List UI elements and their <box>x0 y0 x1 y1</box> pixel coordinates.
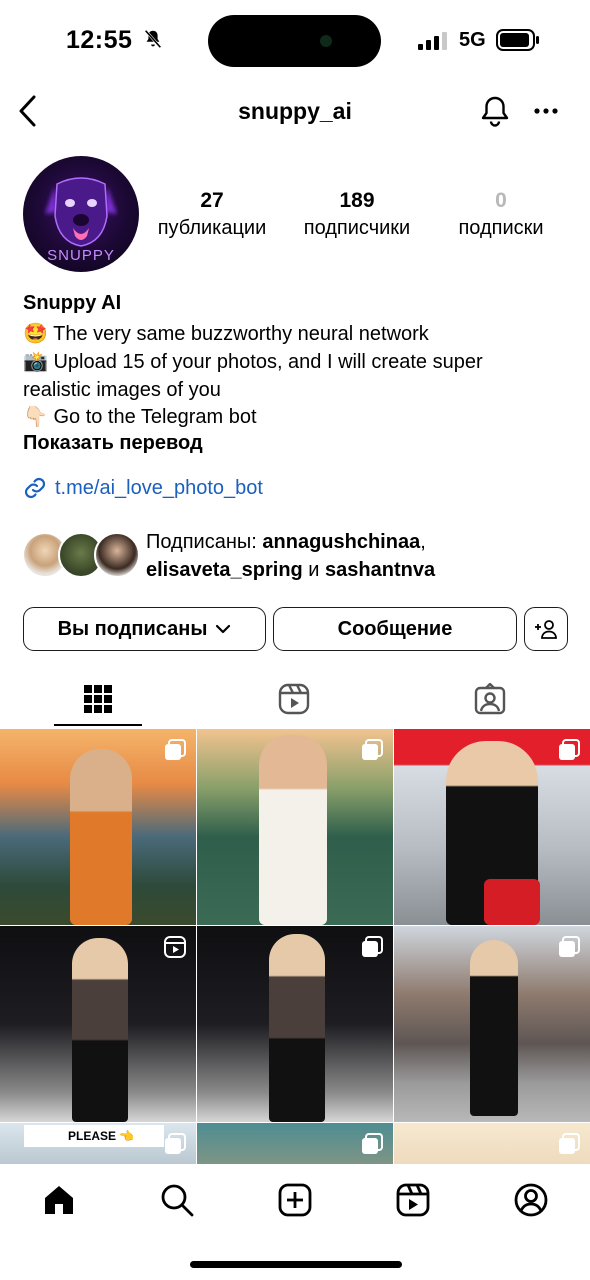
create-post-icon <box>278 1183 312 1217</box>
bio-line-3: realistic images of you <box>23 379 221 401</box>
grid-post[interactable] <box>0 926 196 1122</box>
battery-icon <box>496 29 539 51</box>
status-time: 12:55 <box>66 26 164 55</box>
stat-followers-label: подписчики <box>303 217 411 239</box>
nav-reels[interactable] <box>389 1176 437 1224</box>
stat-followers[interactable]: 189 подписчики <box>292 188 422 242</box>
active-tab-indicator <box>54 724 142 726</box>
profile-avatar[interactable]: SNUPPY <box>23 156 139 272</box>
tab-tagged[interactable] <box>392 672 588 726</box>
message-button[interactable]: Сообщение <box>273 607 517 651</box>
followed-by-user[interactable]: sashantnva <box>325 559 435 581</box>
show-translation-link[interactable]: Показать перевод <box>23 432 203 455</box>
post-overlay-text: PLEASE 👈 <box>24 1125 164 1147</box>
carousel-icon <box>559 1133 580 1154</box>
nav-search[interactable] <box>153 1176 201 1224</box>
grid-post[interactable] <box>197 926 393 1122</box>
signal-icon <box>418 32 447 50</box>
followed-by-text[interactable]: Подписаны: annagushchinaa, elisaveta_spr… <box>146 528 435 584</box>
carousel-icon <box>165 739 186 760</box>
bell-slash-icon <box>144 29 162 49</box>
dynamic-island <box>208 15 381 67</box>
grid-post[interactable] <box>394 729 590 925</box>
nav-home[interactable] <box>35 1176 83 1224</box>
reel-icon <box>164 936 186 958</box>
stat-following: 0 подписки <box>448 188 554 242</box>
home-indicator <box>190 1261 402 1268</box>
more-options-icon[interactable] <box>533 107 559 115</box>
stat-posts-label: публикации <box>157 217 267 239</box>
reels-icon <box>278 683 310 715</box>
stat-following-value: 0 <box>495 189 507 212</box>
stat-posts-value: 27 <box>200 189 224 212</box>
carousel-icon <box>559 739 580 760</box>
following-button[interactable]: Вы подписаны <box>23 607 266 651</box>
bio-line-1: 🤩 The very same buzzworthy neural networ… <box>23 323 429 345</box>
grid-post[interactable] <box>0 729 196 925</box>
nav-profile[interactable] <box>507 1176 555 1224</box>
followed-by-user[interactable]: annagushchinaa <box>262 531 420 553</box>
search-icon <box>161 1184 194 1217</box>
profile-icon <box>514 1183 548 1217</box>
suggested-users-button[interactable] <box>524 607 568 651</box>
grid-post[interactable] <box>394 926 590 1122</box>
display-name: Snuppy AI <box>23 292 122 314</box>
bio-line-4: 👇🏻 Go to the Telegram bot <box>23 406 257 428</box>
stat-followers-value: 189 <box>339 189 375 212</box>
notification-bell-icon[interactable] <box>480 94 510 128</box>
tab-posts-grid[interactable] <box>0 672 196 726</box>
avatar <box>94 532 140 578</box>
mutual-followers-avatars[interactable] <box>22 532 140 578</box>
link-icon <box>24 477 46 499</box>
bio-line-2: 📸 Upload 15 of your photos, and I will c… <box>23 351 483 373</box>
bio-link-text: t.me/ai_love_photo_bot <box>55 476 263 499</box>
reels-icon <box>396 1183 430 1217</box>
nav-create[interactable] <box>271 1176 319 1224</box>
carousel-icon <box>559 936 580 957</box>
bio-link[interactable]: t.me/ai_love_photo_bot <box>23 476 263 500</box>
carousel-icon <box>165 1133 186 1154</box>
add-person-icon <box>535 620 557 639</box>
tab-reels[interactable] <box>196 672 392 726</box>
followed-by-user[interactable]: elisaveta_spring <box>146 559 303 581</box>
carousel-icon <box>362 739 383 760</box>
home-icon <box>45 1186 73 1214</box>
carousel-icon <box>362 1133 383 1154</box>
stat-posts[interactable]: 27 публикации <box>150 188 274 242</box>
network-type: 5G <box>459 29 486 51</box>
tagged-person-icon <box>474 683 506 715</box>
chevron-down-icon <box>216 624 231 634</box>
grid-post[interactable] <box>197 729 393 925</box>
stat-following-label: подписки <box>458 217 544 239</box>
grid-icon <box>84 685 112 713</box>
carousel-icon <box>362 936 383 957</box>
